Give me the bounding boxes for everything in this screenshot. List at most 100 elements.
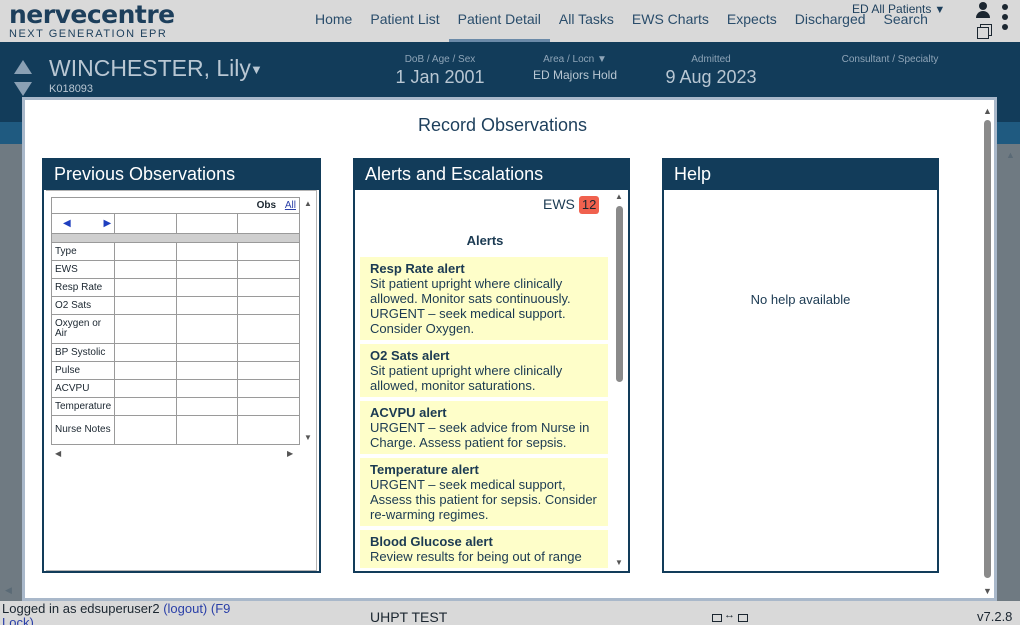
alert-title: Resp Rate alert (370, 261, 465, 276)
obs-row-acvpu: ACVPU (50, 379, 300, 398)
obs-row-bp-systolic: BP Systolic (50, 343, 300, 362)
scroll-down-icon[interactable]: ▼ (615, 558, 623, 567)
area-label: Area / Locn ▼ (543, 54, 607, 65)
logout-link[interactable]: (logout) (163, 601, 207, 616)
obs-row-oxygen-or-air: Oxygen or Air (50, 314, 300, 344)
chevron-down-icon: ▼ (934, 4, 946, 16)
scroll-right-icon[interactable]: ▶ (287, 449, 293, 458)
patient-list-label: ED All Patients (852, 2, 932, 16)
obs-row-label: Nurse Notes (50, 415, 116, 445)
consultant-field: Consultant / Specialty (830, 54, 950, 66)
help-heading: Help (664, 160, 937, 190)
user-icon[interactable] (975, 2, 991, 20)
scroll-up-icon[interactable]: ▲ (615, 192, 623, 201)
help-text: No help available (750, 292, 851, 307)
obs-row-ews: EWS (50, 260, 300, 279)
obs-row-pulse: Pulse (50, 361, 300, 380)
alert-text: Sit patient upright where clinically all… (370, 276, 571, 336)
logo-subtitle: NEXT GENERATION EPR (9, 28, 168, 40)
nav-expects[interactable]: Expects (718, 0, 786, 42)
windows-icon[interactable] (977, 24, 992, 39)
alerts-escalations-heading: Alerts and Escalations (355, 160, 628, 190)
modal-title: Record Observations (417, 115, 588, 135)
previous-observations-heading: Previous Observations (44, 160, 319, 190)
alert-text: URGENT – seek advice from Nurse in Charg… (370, 420, 590, 450)
network-icon: ↔ (712, 609, 752, 624)
help-panel: Help No help available (662, 158, 939, 573)
alerts-title: Alerts (466, 233, 504, 248)
patient-name[interactable]: WINCHESTER, Lily (49, 55, 251, 82)
admitted-value: 9 Aug 2023 (665, 67, 757, 87)
nav-patient-list[interactable]: Patient List (361, 0, 448, 42)
obs-row-resp-rate: Resp Rate (50, 278, 300, 297)
obs-row-o2-sats: O2 Sats (50, 296, 300, 315)
environment-name: UHPT TEST (370, 609, 448, 625)
login-info: Logged in as edsuperuser2 (logout) (F9 L… (2, 602, 252, 625)
admitted-label: Admitted (691, 54, 731, 65)
scroll-down-icon[interactable]: ▼ (304, 433, 312, 442)
scroll-down-icon[interactable]: ▼ (983, 586, 992, 596)
alerts-escalations-panel: Alerts and Escalations EWS 12 Alerts Resp… (353, 158, 630, 573)
obs-row-label: Oxygen or Air (50, 314, 116, 344)
nav-all-tasks[interactable]: All Tasks (550, 0, 623, 42)
alert-title: ACVPU alert (370, 405, 447, 420)
alert-title: Temperature alert (370, 462, 479, 477)
ews-label: EWS (543, 196, 575, 212)
alert-title: O2 Sats alert (370, 348, 450, 363)
top-bar: nervecentre NEXT GENERATION EPR Home Pat… (0, 0, 1020, 42)
logo-name: nervecentre (9, 0, 175, 29)
scroll-left-icon[interactable]: ◀ (55, 449, 61, 458)
ews-score-badge: 12 (578, 196, 600, 214)
nav-home[interactable]: Home (306, 0, 361, 42)
observations-grid: Obs All ◀ ▶ Type EWS Resp Rate O2 Sats O… (46, 190, 317, 571)
obs-row-label: Temperature (50, 397, 116, 416)
consultant-label: Consultant / Specialty (841, 54, 939, 65)
scroll-thumb[interactable] (984, 120, 991, 578)
previous-patient-icon[interactable] (14, 60, 32, 74)
alert-text: Review results for being out of range (370, 549, 582, 564)
previous-column-icon[interactable]: ◀ (63, 218, 71, 229)
login-user: Logged in as edsuperuser2 (2, 601, 160, 616)
obs-row-label: ACVPU (50, 379, 116, 398)
nav-ews-charts[interactable]: EWS Charts (623, 0, 718, 42)
admitted-field: Admitted 9 Aug 2023 (650, 54, 772, 88)
dob-label: DoB / Age / Sex (404, 54, 476, 65)
area-field[interactable]: Area / Locn ▼ ED Majors Hold (515, 54, 635, 84)
obs-separator-row (51, 233, 300, 243)
background-scroll-left-icon[interactable]: ◀ (5, 585, 12, 596)
dob-value: 1 Jan 2001 (395, 67, 485, 87)
scroll-thumb[interactable] (616, 206, 623, 382)
patient-id: K018093 (49, 83, 94, 95)
scroll-up-icon[interactable]: ▲ (983, 106, 992, 116)
alert-o2-sats: O2 Sats alert Sit patient upright where … (360, 344, 608, 397)
nervecentre-logo[interactable]: nervecentre NEXT GENERATION EPR (9, 0, 175, 41)
patient-menu-icon[interactable]: ▼ (250, 62, 263, 77)
alert-blood-glucose: Blood Glucose alert Review results for b… (360, 530, 608, 568)
obs-row-nurse-notes: Nurse Notes (50, 415, 300, 445)
all-obs-link[interactable]: All (285, 200, 296, 211)
alerts-scrollbar[interactable]: ▲ ▼ (615, 192, 625, 572)
next-column-icon[interactable]: ▶ (103, 218, 111, 229)
record-observations-modal: Record Observations Previous Observation… (22, 97, 997, 601)
obs-row-type: Type (50, 242, 300, 261)
modal-scrollbar[interactable]: ▲ ▼ (982, 106, 994, 596)
patient-list-dropdown[interactable]: ED All Patients ▼ (852, 2, 945, 16)
obs-row-label: BP Systolic (50, 343, 116, 362)
ews-score: EWS 12 (543, 196, 600, 214)
nav-patient-detail[interactable]: Patient Detail (448, 0, 550, 42)
previous-observations-panel: Previous Observations Obs All ◀ ▶ Type E… (42, 158, 321, 573)
next-patient-icon[interactable] (14, 82, 32, 96)
obs-row-temperature: Temperature (50, 397, 300, 416)
scroll-up-icon[interactable]: ▲ (304, 199, 312, 208)
obs-column-header (175, 213, 239, 234)
obs-label: Obs (256, 200, 277, 211)
obs-row-label: O2 Sats (50, 296, 116, 315)
background-scroll-up-icon[interactable]: ▲ (1006, 150, 1015, 160)
obs-header-cell: Obs All (51, 197, 300, 214)
area-value: ED Majors Hold (532, 68, 618, 82)
dob-field: DoB / Age / Sex 1 Jan 2001 (380, 54, 500, 88)
more-menu-icon[interactable] (1002, 4, 1010, 32)
obs-row-label: EWS (50, 260, 116, 279)
obs-column-header (114, 213, 177, 234)
main-nav: Home Patient List Patient Detail All Tas… (306, 0, 937, 42)
